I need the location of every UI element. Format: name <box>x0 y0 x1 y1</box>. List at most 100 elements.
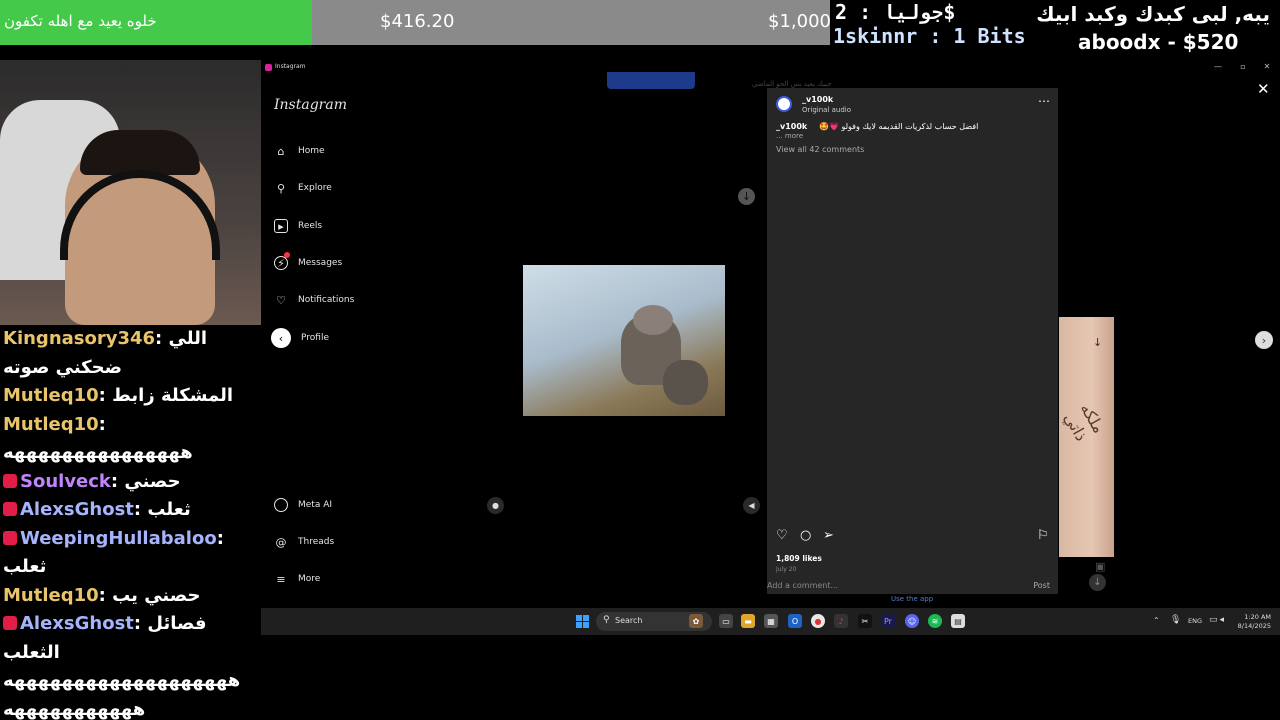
chat-username[interactable]: Mutleq10 <box>3 585 99 606</box>
chat-username[interactable]: AlexsGhost <box>20 613 134 634</box>
post-author-avatar[interactable] <box>776 96 792 112</box>
nav-reels-label: Reels <box>298 221 323 231</box>
minimize-button[interactable]: — <box>1210 62 1226 71</box>
nav-explore-label: Explore <box>298 183 332 193</box>
nav-notifications-label: Notifications <box>298 295 355 305</box>
share-icon[interactable]: ➢ <box>823 528 834 543</box>
chat-text: اللي <box>168 328 208 349</box>
chrome-icon[interactable]: ● <box>811 614 825 628</box>
clock-date[interactable]: 8/14/2025 <box>1233 622 1271 630</box>
post-details-panel: _v100k Original audio ⋯ _v100k افضل حساب… <box>767 88 1058 594</box>
nav-reels[interactable]: ▸ Reels <box>274 217 322 235</box>
chat-username[interactable]: Kingnasory346 <box>3 328 155 349</box>
maximize-button[interactable]: ▫ <box>1235 62 1251 71</box>
window-titlebar: Instagram — ▫ ✕ <box>261 60 1280 76</box>
windows-taskbar: ⚲ Search ✿ ▭ ▬ ▦ O ● ♪ ✂ Pr ☺ ≋ ▤ ⌃ 🎙 EN… <box>261 608 1280 635</box>
menu-icon: ≡ <box>276 572 286 586</box>
chat-text: هههههههههههه <box>3 698 146 720</box>
task-view-icon[interactable]: ▭ <box>719 614 733 628</box>
chat-text: ثعلب <box>147 499 191 520</box>
chat-username[interactable]: Soulveck <box>20 471 111 492</box>
outlook-icon[interactable]: O <box>788 614 802 628</box>
stream-chat: Kingnasory346: اللي ضحكني صوته Mutleq10: ا… <box>0 325 262 720</box>
kitten <box>663 360 708 405</box>
premiere-pro-icon[interactable]: Pr <box>881 614 895 628</box>
download-icon[interactable]: ↓ <box>1093 336 1102 349</box>
nav-messages-label: Messages <box>298 258 343 268</box>
nav-explore[interactable]: ⚲ Explore <box>274 179 332 197</box>
chat-text: فصائل <box>147 613 207 634</box>
instagram-logo[interactable]: Instagram <box>274 97 347 113</box>
chat-separator: : <box>133 499 148 520</box>
nav-threads[interactable]: @ Threads <box>274 533 335 551</box>
kitten-head <box>633 305 673 335</box>
window-title: Instagram <box>275 63 306 70</box>
chat-text: الثعلب <box>3 641 60 663</box>
app-icon[interactable]: ♪ <box>834 614 848 628</box>
nav-messages[interactable]: ⚡ Messages <box>274 252 343 272</box>
download-icon[interactable]: ↓ <box>738 188 755 205</box>
use-the-app-link[interactable]: Use the app <box>891 595 933 603</box>
chat-separator: : <box>98 413 106 435</box>
next-post-thumbnail[interactable]: ملكه ذاتي <box>1059 317 1114 557</box>
search-highlight-icon[interactable]: ✿ <box>689 614 703 628</box>
more-options-icon[interactable]: ⋯ <box>1038 94 1050 108</box>
nav-profile[interactable]: ‹ Profile <box>271 328 329 348</box>
close-icon[interactable]: ✕ <box>1257 80 1270 98</box>
tray-overflow-chevron-icon[interactable]: ⌃ <box>1153 616 1160 625</box>
post-comment-button[interactable]: Post <box>1033 581 1050 590</box>
chat-username[interactable]: WeepingHullabaloo <box>20 528 217 549</box>
network-volume-icons[interactable]: ▭◂ <box>1209 615 1226 625</box>
document-icon[interactable]: ▤ <box>951 614 965 628</box>
microphone-icon[interactable]: 🎙 <box>1170 615 1181 625</box>
download-icon[interactable]: ↓ <box>1089 574 1106 591</box>
nav-meta-ai[interactable]: Meta AI <box>274 496 332 514</box>
meta-ai-icon <box>274 498 288 512</box>
capcut-icon[interactable]: ✂ <box>858 614 872 628</box>
user-tag-icon[interactable]: ● <box>487 497 504 514</box>
chat-username[interactable]: Mutleq10 <box>3 414 99 435</box>
like-icon[interactable]: ♡ <box>776 528 788 543</box>
discord-icon[interactable]: ☺ <box>905 614 919 628</box>
search-icon: ⚲ <box>276 181 286 195</box>
input-language[interactable]: ENG <box>1188 617 1202 625</box>
nav-more-label: More <box>298 574 321 584</box>
nav-home[interactable]: ⌂ Home <box>274 142 325 160</box>
post-audio-link[interactable]: Original audio <box>802 106 851 114</box>
bookmark-icon[interactable]: ⚐ <box>1037 528 1049 543</box>
chat-username[interactable]: Mutleq10 <box>3 385 99 406</box>
chat-separator: : <box>133 613 148 634</box>
nav-notifications[interactable]: ♡ Notifications <box>274 291 354 309</box>
clock-time[interactable]: 1:20 AM <box>1239 613 1271 621</box>
nav-more[interactable]: ≡ More <box>274 570 320 588</box>
caption-text: افضل حساب لذكريات القديمه لايك وفولو 💗🤩 <box>819 122 979 131</box>
chat-message: Mutleq10: المشكلة زابط <box>0 382 262 411</box>
chat-text: ضحكني صوته <box>3 356 123 378</box>
mute-icon[interactable]: ◀ <box>743 497 760 514</box>
chat-badge-icon <box>3 502 17 516</box>
donation-goal-target: $1,000 <box>768 11 831 32</box>
microsoft-store-icon[interactable]: ▦ <box>764 614 778 628</box>
threads-icon: @ <box>275 535 287 549</box>
comment-input[interactable]: Add a comment... <box>767 581 838 590</box>
spotify-icon[interactable]: ≋ <box>928 614 942 628</box>
stream-alerts: جوليا : 2$ 1skinnr : 1 Bits يبه, لبى كبد… <box>830 0 1280 60</box>
chat-message: ثعلب <box>0 553 262 582</box>
window-close-button[interactable]: ✕ <box>1259 62 1275 71</box>
post-date: July 20 <box>776 566 797 573</box>
likes-count[interactable]: 1,809 likes <box>776 554 822 563</box>
heart-icon: ♡ <box>276 293 286 307</box>
comment-icon[interactable]: ○ <box>800 528 811 543</box>
next-post-arrow-icon[interactable]: › <box>1255 331 1273 349</box>
donation-goal-message: خلوه يعيد مع اهله تكفون <box>4 12 157 30</box>
caption-username[interactable]: _v100k <box>776 122 807 131</box>
background-post-caption: جيبك يعيد بس الجو الماضي <box>752 80 832 88</box>
post-video[interactable] <box>523 265 725 416</box>
windows-start-icon[interactable] <box>576 615 589 628</box>
caption-more-link[interactable]: ... more <box>776 132 803 140</box>
post-author-username[interactable]: _v100k <box>802 95 833 104</box>
chat-username[interactable]: AlexsGhost <box>20 499 134 520</box>
view-comments-link[interactable]: View all 42 comments <box>776 145 864 154</box>
profile-avatar: ‹ <box>271 328 291 348</box>
file-explorer-icon[interactable]: ▬ <box>741 614 755 628</box>
